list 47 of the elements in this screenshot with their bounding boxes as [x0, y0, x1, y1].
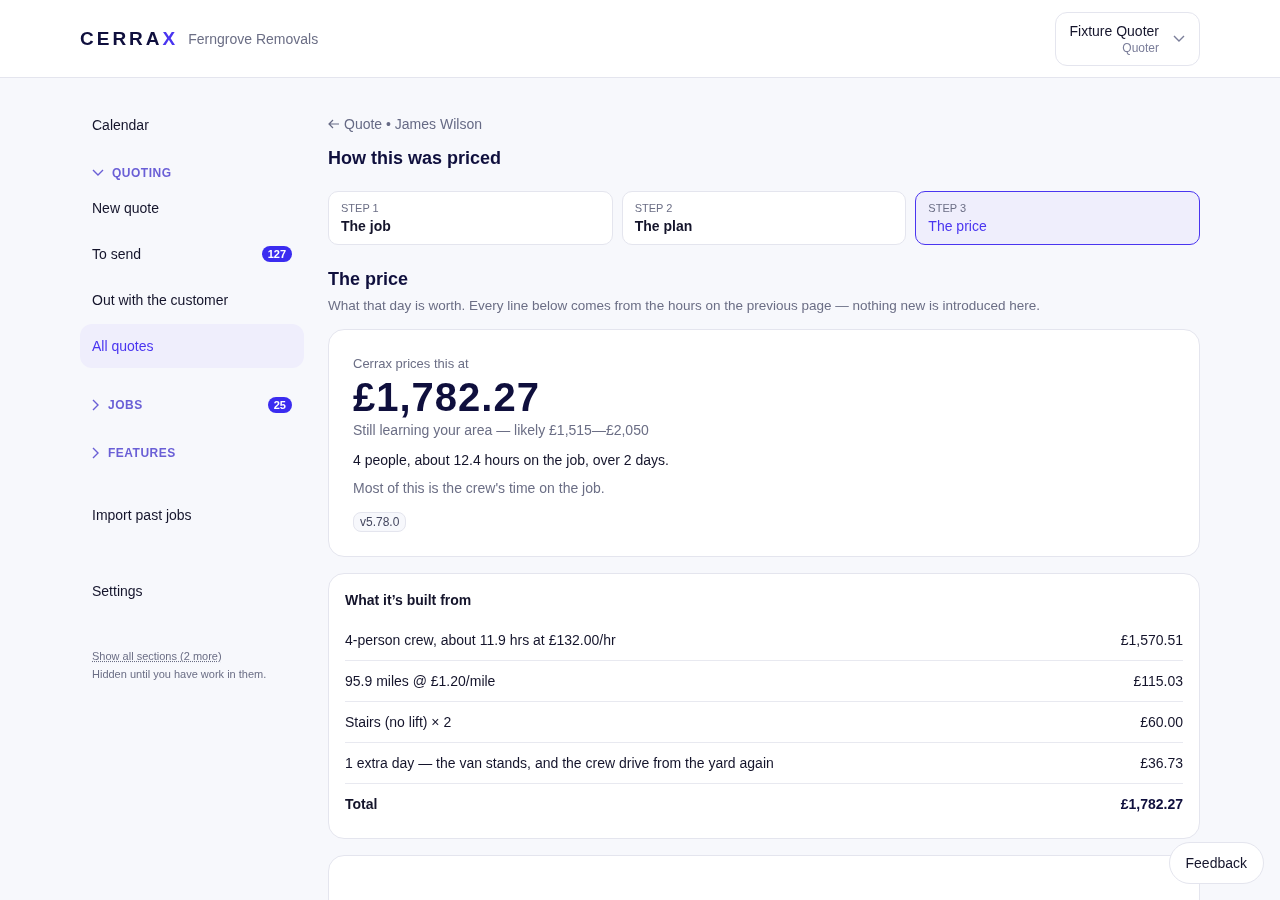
line-item-label: 95.9 miles @ £1.20/mile [345, 673, 496, 689]
price-amount: £1,782.27 [353, 375, 540, 420]
line-item-amount: £36.73 [1140, 755, 1183, 771]
feedback-button[interactable]: Feedback [1168, 842, 1264, 884]
nav-item[interactable]: All quotes [80, 335, 166, 357]
line-item-label: Total [345, 796, 378, 812]
company-name: Ferngrove Removals [188, 30, 319, 47]
card-title: What it’s built from [345, 592, 473, 608]
chevron-down-icon [1173, 34, 1185, 43]
section-toggle[interactable]: FEATURES [92, 446, 176, 460]
logo: CERRA X [80, 27, 179, 50]
price-range: Still learning your area — likely £1,515—£2,050 [353, 422, 649, 438]
line-item-label: 4-person crew, about 11.9 hrs at £132.00/hr [345, 632, 616, 648]
price-note: Most of this is the crew's time on the job. [353, 480, 605, 496]
nav-item[interactable]: To send [80, 243, 154, 265]
arrow-left-icon [328, 119, 340, 129]
step-tab[interactable]: STEP 2 The plan [621, 191, 907, 245]
line-item-amount: £1,782.27 [1120, 796, 1183, 812]
step-tab[interactable]: STEP 1 The job [328, 191, 613, 245]
chevron-right-icon [92, 399, 100, 411]
nav-item[interactable]: New quote [80, 197, 171, 219]
section-toggle[interactable]: JOBS [92, 398, 143, 412]
price-label: Cerrax prices this at [353, 356, 469, 371]
section-toggle[interactable]: QUOTING [92, 166, 172, 180]
line-item-amount: £60.00 [1140, 714, 1183, 730]
back-link[interactable]: Quote • James Wilson [328, 116, 482, 132]
version-tag: v5.78.0 [353, 512, 407, 532]
job-summary: 4 people, about 12.4 hours on the job, over 2 days. [353, 452, 669, 468]
section-title: The price [328, 269, 410, 290]
count-badge: 127 [261, 246, 292, 262]
page-title: How this was priced [328, 148, 503, 169]
line-item-amount: £1,570.51 [1120, 632, 1183, 648]
line-item-label: Stairs (no lift) × 2 [345, 714, 452, 730]
nav-item[interactable]: Import past jobs [80, 504, 304, 526]
nav-item[interactable]: Calendar [80, 114, 304, 136]
nav-item[interactable]: Settings [80, 580, 304, 602]
show-sections-link[interactable]: Show all sections (2 more) [92, 650, 222, 662]
section-description: What that day is worth. Every line below comes from the hours on the previous page — nothing new is introduced here. [328, 298, 1042, 313]
line-item-amount: £115.03 [1133, 673, 1183, 689]
chevron-right-icon [92, 447, 100, 459]
line-item-label: 1 extra day — the van stands, and the crew drive from the yard again [345, 755, 774, 771]
nav-item[interactable]: Out with the customer [80, 289, 241, 311]
account-menu-button[interactable]: Fixture Quoter Quoter [1054, 11, 1200, 66]
hint-text: Hidden until you have work in them. [92, 668, 268, 680]
count-badge: 25 [267, 397, 292, 413]
chevron-down-icon [92, 169, 104, 177]
step-tab[interactable]: STEP 3 The price [915, 191, 1200, 245]
